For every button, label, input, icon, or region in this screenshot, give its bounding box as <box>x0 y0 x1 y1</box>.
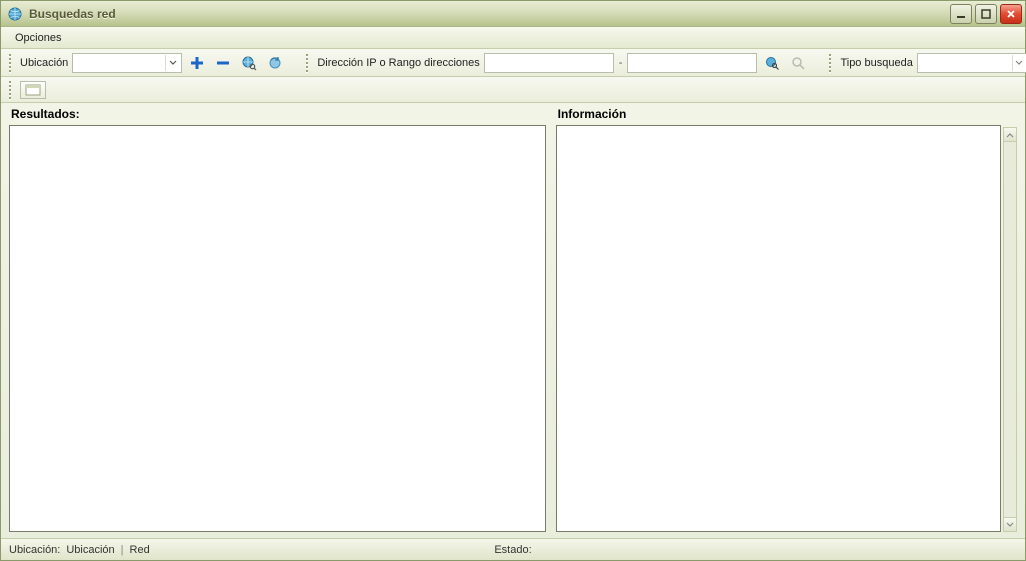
close-button[interactable] <box>1000 4 1022 24</box>
informacion-scrollbar[interactable] <box>1003 127 1017 532</box>
informacion-box[interactable] <box>556 125 1001 532</box>
panel-tab-button[interactable] <box>20 81 46 99</box>
tb-group-direccion: Dirección IP o Rango direcciones - <box>302 52 809 74</box>
toolbar-grip[interactable] <box>306 54 311 72</box>
lookup-button[interactable] <box>761 52 783 74</box>
statusbar: Ubicación: Ubicación | Red Estado: <box>1 538 1025 560</box>
window-title: Busquedas red <box>29 7 950 21</box>
content-area: Resultados: Información <box>1 103 1025 538</box>
tb-group-tipo: Tipo busqueda <box>825 53 1026 73</box>
tipo-combo[interactable] <box>917 53 1026 73</box>
app-window: Busquedas red Opciones Ubicación <box>0 0 1026 561</box>
ubicacion-combo[interactable] <box>72 53 182 73</box>
ubicacion-label: Ubicación <box>20 57 68 69</box>
scroll-down-icon[interactable] <box>1004 517 1016 531</box>
network-refresh-button[interactable] <box>264 52 286 74</box>
menubar: Opciones <box>1 27 1025 49</box>
status-separator: | <box>121 544 124 556</box>
status-ubicacion-value: Ubicación <box>66 544 114 556</box>
app-icon <box>7 6 23 22</box>
maximize-button[interactable] <box>975 4 997 24</box>
chevron-down-icon[interactable] <box>165 55 179 71</box>
tb-group-ubicacion: Ubicación <box>5 52 286 74</box>
globe-search-button[interactable] <box>238 52 260 74</box>
resultados-box[interactable] <box>9 125 546 532</box>
status-estado-label: Estado: <box>494 544 531 556</box>
ip-to-input[interactable] <box>627 53 757 73</box>
window-buttons <box>950 4 1022 24</box>
toolbar-tabs <box>1 77 1025 103</box>
remove-button[interactable] <box>212 52 234 74</box>
toolbar-grip[interactable] <box>9 54 14 72</box>
direccion-label: Dirección IP o Rango direcciones <box>317 57 479 69</box>
toolbar-grip[interactable] <box>829 54 834 72</box>
toolbar-main: Ubicación Dirección IP o R <box>1 49 1025 77</box>
status-red-value: Red <box>130 544 150 556</box>
titlebar[interactable]: Busquedas red <box>1 1 1025 27</box>
search-disabled-button <box>787 52 809 74</box>
informacion-pane: Información <box>556 105 1001 532</box>
tipo-label: Tipo busqueda <box>840 57 912 69</box>
chevron-down-icon[interactable] <box>1012 55 1026 71</box>
menu-opciones[interactable]: Opciones <box>7 30 69 46</box>
toolbar-grip[interactable] <box>9 81 14 99</box>
status-ubicacion-label: Ubicación: <box>9 544 60 556</box>
resultados-header: Resultados: <box>9 105 546 125</box>
tb-group-tabs <box>5 81 46 99</box>
resultados-pane: Resultados: <box>9 105 546 532</box>
minimize-button[interactable] <box>950 4 972 24</box>
add-button[interactable] <box>186 52 208 74</box>
ip-from-input[interactable] <box>484 53 614 73</box>
informacion-header: Información <box>556 105 1001 125</box>
scroll-up-icon[interactable] <box>1004 128 1016 142</box>
ip-range-dash: - <box>618 57 624 69</box>
